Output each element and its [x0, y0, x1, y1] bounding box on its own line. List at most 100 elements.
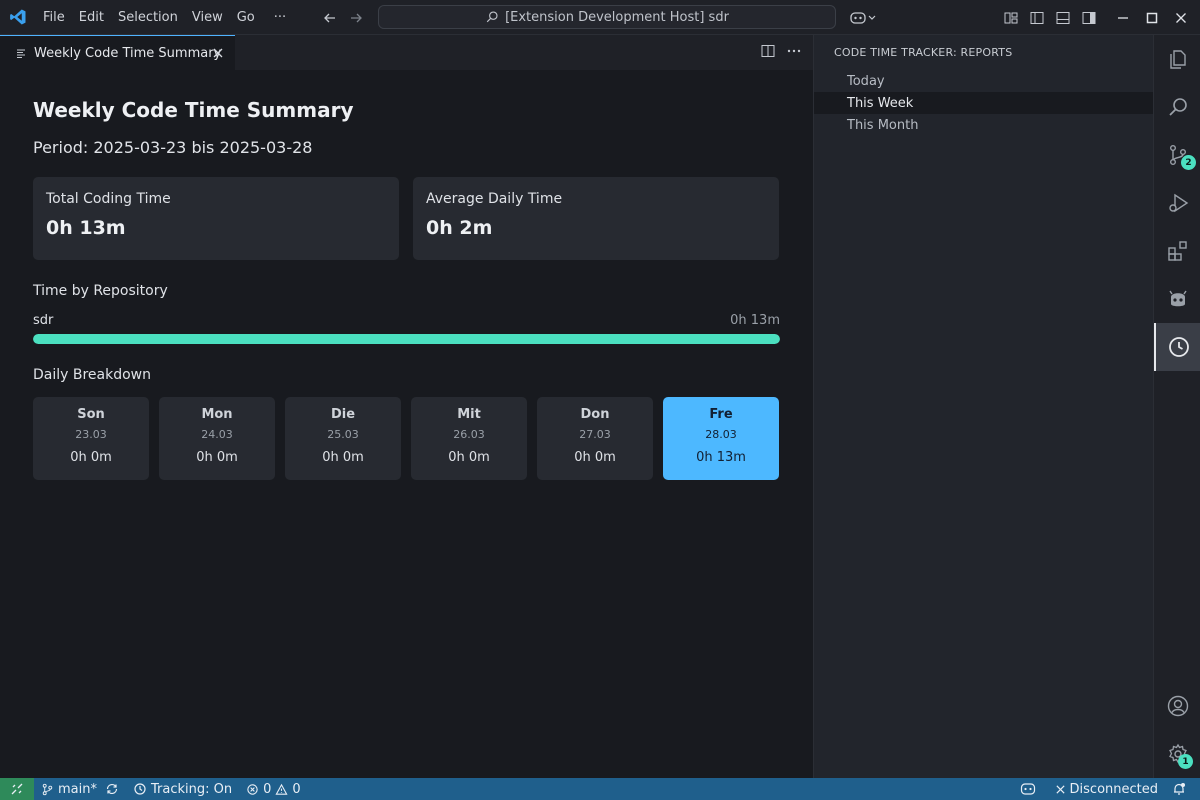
tab-weekly-summary[interactable]: Weekly Code Time Summary	[0, 35, 235, 70]
menu-edit[interactable]: Edit	[72, 0, 111, 35]
history-icon	[133, 782, 147, 796]
vscode-logo-icon[interactable]	[0, 0, 36, 35]
warning-icon	[275, 783, 288, 796]
menu-view[interactable]: View	[185, 0, 230, 35]
day-name: Mon	[201, 407, 233, 422]
daily-section-title: Daily Breakdown	[33, 367, 152, 383]
git-branch-icon	[41, 783, 54, 796]
day-card: Don 27.03 0h 0m	[537, 397, 653, 480]
close-icon	[1055, 784, 1066, 795]
day-date: 26.03	[453, 428, 485, 441]
notifications-bell-icon[interactable]	[1165, 782, 1200, 796]
daily-breakdown: Son 23.03 0h 0m Mon 24.03 0h 0m Die 25.0…	[33, 397, 780, 480]
tab-label: Weekly Code Time Summary	[34, 45, 222, 61]
copilot-icon[interactable]	[848, 0, 878, 35]
day-time: 0h 0m	[574, 450, 616, 465]
forward-arrow-icon[interactable]	[346, 8, 366, 28]
day-card: Son 23.03 0h 0m	[33, 397, 149, 480]
remote-indicator-icon[interactable]	[0, 778, 34, 800]
card-value: 0h 2m	[426, 217, 493, 239]
repo-name: sdr	[33, 313, 54, 328]
day-time: 0h 0m	[322, 450, 364, 465]
explorer-icon[interactable]	[1154, 35, 1200, 83]
error-icon	[246, 783, 259, 796]
command-center[interactable]: [Extension Development Host] sdr	[378, 5, 836, 29]
average-daily-time-card: Average Daily Time 0h 2m	[413, 177, 779, 260]
sidebar-title: CODE TIME TRACKER: REPORTS	[834, 46, 1013, 59]
manage-gear-icon[interactable]: 1	[1154, 730, 1200, 778]
source-control-icon[interactable]: 2	[1154, 131, 1200, 179]
source-control-badge: 2	[1181, 155, 1196, 170]
editor-actions	[759, 42, 803, 60]
day-date: 23.03	[75, 428, 107, 441]
branch-status[interactable]: main*	[34, 782, 126, 797]
card-label: Total Coding Time	[46, 191, 171, 207]
toggle-panel-icon[interactable]	[1050, 0, 1076, 35]
reports-sidebar: CODE TIME TRACKER: REPORTS Today This We…	[813, 35, 1153, 778]
report-item-this-month[interactable]: This Month	[814, 114, 1153, 136]
search-icon	[485, 10, 499, 24]
account-icon[interactable]	[1154, 682, 1200, 730]
search-icon[interactable]	[1154, 83, 1200, 131]
warning-count: 0	[292, 781, 301, 797]
sync-icon[interactable]	[105, 782, 119, 796]
run-debug-icon[interactable]	[1154, 179, 1200, 227]
copilot-chat-icon[interactable]	[1154, 275, 1200, 323]
day-time: 0h 0m	[448, 450, 490, 465]
error-count: 0	[263, 781, 272, 797]
repo-progress-fill	[33, 334, 780, 344]
day-card: Mit 26.03 0h 0m	[411, 397, 527, 480]
toggle-secondary-sidebar-icon[interactable]	[1076, 0, 1102, 35]
branch-name: main*	[58, 781, 97, 797]
extensions-icon[interactable]	[1154, 227, 1200, 275]
day-name: Don	[580, 407, 610, 422]
total-coding-time-card: Total Coding Time 0h 13m	[33, 177, 399, 260]
menu-bar: File Edit Selection View Go ···	[36, 0, 293, 35]
command-center-label: [Extension Development Host] sdr	[505, 9, 729, 25]
day-name: Fre	[709, 407, 733, 422]
repo-item: sdr 0h 13m	[33, 313, 780, 344]
minimize-icon[interactable]	[1110, 0, 1136, 35]
activity-bar: 2 1	[1153, 35, 1200, 778]
day-date: 25.03	[327, 428, 359, 441]
back-arrow-icon[interactable]	[320, 8, 340, 28]
menu-go[interactable]: Go	[230, 0, 262, 35]
title-bar: File Edit Selection View Go ··· [Extensi…	[0, 0, 1200, 35]
day-time: 0h 13m	[696, 450, 746, 465]
day-card: Die 25.03 0h 0m	[285, 397, 401, 480]
menu-file[interactable]: File	[36, 0, 72, 35]
editor-area: Weekly Code Time Summary Weekly Code Tim…	[0, 35, 813, 778]
day-name: Die	[330, 407, 356, 422]
problems-status[interactable]: 0 0	[239, 782, 308, 797]
day-date: 27.03	[579, 428, 611, 441]
copilot-status-icon[interactable]	[1013, 782, 1048, 796]
maximize-icon[interactable]	[1139, 0, 1165, 35]
day-time: 0h 0m	[196, 450, 238, 465]
toggle-primary-sidebar-icon[interactable]	[1024, 0, 1050, 35]
code-time-tracker-icon[interactable]	[1154, 323, 1200, 371]
close-icon[interactable]	[209, 44, 227, 62]
repo-time: 0h 13m	[730, 313, 780, 328]
day-date: 24.03	[201, 428, 233, 441]
menu-more[interactable]: ···	[262, 0, 293, 35]
card-label: Average Daily Time	[426, 191, 563, 207]
tracking-status[interactable]: Tracking: On	[126, 782, 239, 797]
more-actions-icon[interactable]	[785, 42, 803, 60]
report-item-today[interactable]: Today	[814, 70, 1153, 92]
connection-status[interactable]: Disconnected	[1048, 782, 1165, 797]
day-name: Mit	[457, 407, 481, 422]
day-time: 0h 0m	[70, 450, 112, 465]
split-editor-icon[interactable]	[759, 42, 777, 60]
menu-selection[interactable]: Selection	[111, 0, 185, 35]
preview-icon	[16, 48, 26, 58]
close-window-icon[interactable]	[1168, 0, 1194, 35]
stat-cards: Total Coding Time 0h 13m Average Daily T…	[33, 177, 780, 260]
card-value: 0h 13m	[46, 217, 126, 239]
tab-bar: Weekly Code Time Summary	[0, 35, 813, 70]
report-item-this-week[interactable]: This Week	[814, 92, 1153, 114]
customize-layout-icon[interactable]	[998, 0, 1024, 35]
connection-label: Disconnected	[1069, 781, 1158, 797]
settings-badge: 1	[1178, 754, 1193, 769]
day-card: Mon 24.03 0h 0m	[159, 397, 275, 480]
repo-section-title: Time by Repository	[33, 283, 168, 299]
